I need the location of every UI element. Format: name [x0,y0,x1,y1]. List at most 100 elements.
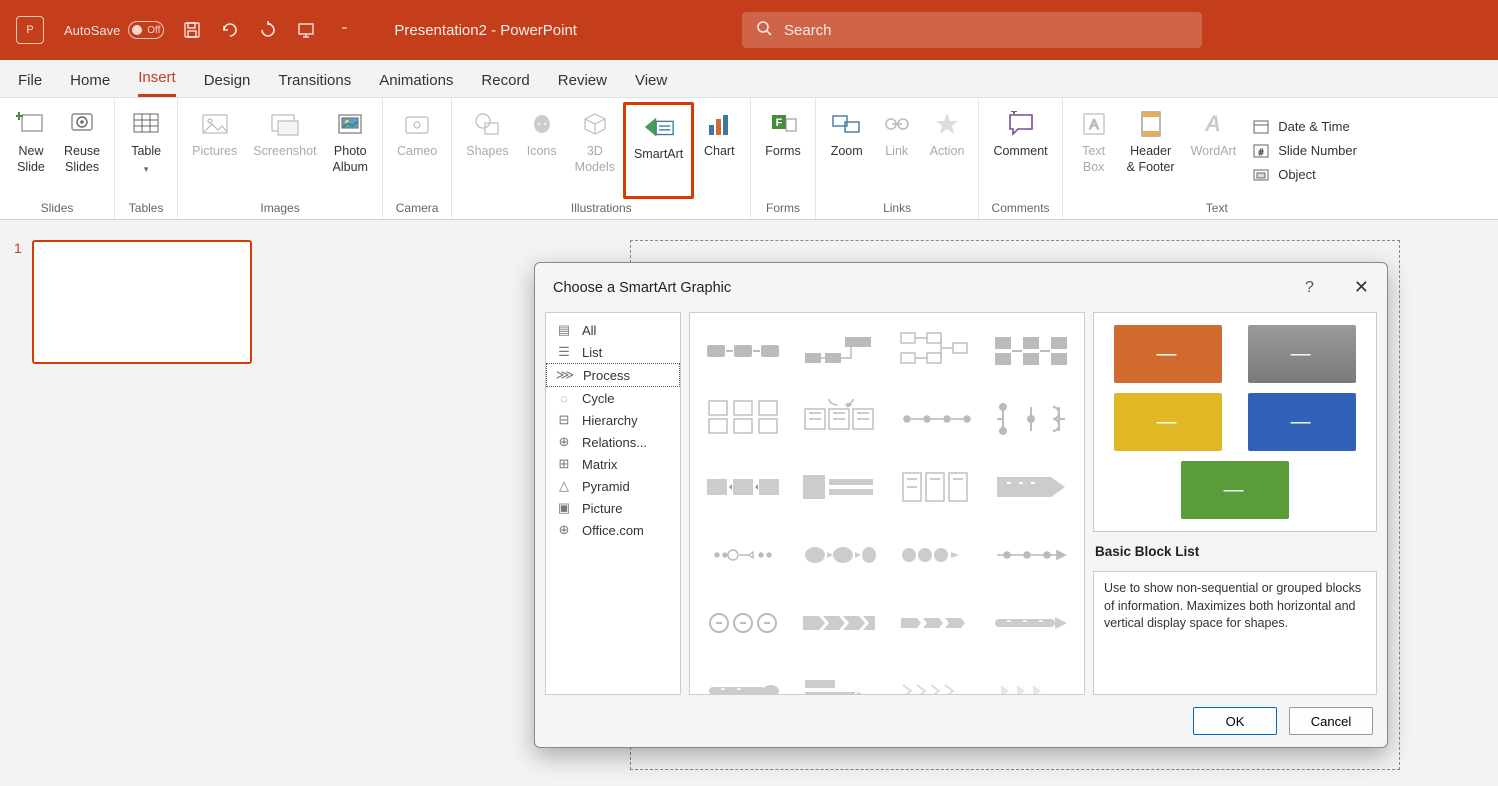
toggle-switch[interactable]: Off [128,21,164,39]
search-box[interactable]: Search [742,12,1202,48]
autosave-toggle[interactable]: AutoSave Off [64,21,164,39]
ribbon-group-forms: FForms Forms [751,98,815,219]
menu-view[interactable]: View [635,72,667,97]
gallery-item[interactable] [892,527,978,583]
menu-home[interactable]: Home [70,72,110,97]
close-button[interactable]: ✕ [1354,277,1369,298]
menu-design[interactable]: Design [204,72,251,97]
gallery-item[interactable] [892,391,978,447]
smartart-gallery[interactable] [689,312,1085,695]
category-icon: ⊕ [556,434,572,450]
slide-number-button[interactable]: #Slide Number [1252,142,1357,160]
svg-text:F: F [776,117,783,129]
search-placeholder: Search [784,22,832,39]
group-label: Slides [6,199,108,219]
present-icon[interactable] [296,20,316,40]
menu-insert[interactable]: Insert [138,69,176,97]
gallery-item[interactable] [892,595,978,651]
undo-icon[interactable] [220,20,240,40]
menu-record[interactable]: Record [481,72,529,97]
smartart-dialog: Choose a SmartArt Graphic ? ✕ ▤All ☰List… [534,262,1388,748]
gallery-item[interactable] [988,663,1074,695]
new-slide-button[interactable]: New Slide [6,102,56,199]
chart-button[interactable]: Chart [694,102,744,199]
gallery-item[interactable] [892,663,978,695]
gallery-item[interactable] [988,459,1074,515]
3d-models-button[interactable]: 3D Models [567,102,623,199]
wordart-button[interactable]: AWordArt [1183,102,1245,199]
icons-icon [526,108,558,140]
ok-button[interactable]: OK [1193,707,1277,735]
screenshot-button[interactable]: Screenshot [245,102,324,199]
menu-review[interactable]: Review [558,72,607,97]
photo-album-button[interactable]: Photo Album [325,102,376,199]
table-button[interactable]: Table▾ [121,102,171,199]
zoom-button[interactable]: Zoom [822,102,872,199]
ribbon-group-tables: Table▾ Tables [115,98,178,219]
cat-picture[interactable]: ▣Picture [546,497,680,519]
menu-animations[interactable]: Animations [379,72,453,97]
shapes-button[interactable]: Shapes [458,102,516,199]
header-footer-button[interactable]: Header & Footer [1119,102,1183,199]
gallery-item[interactable] [796,663,882,695]
gallery-item[interactable] [892,459,978,515]
category-icon: △ [556,478,572,494]
comment-button[interactable]: Comment [985,102,1055,199]
cat-process[interactable]: ⋙Process [546,363,680,387]
dialog-footer: OK Cancel [535,695,1387,747]
link-button[interactable]: Link [872,102,922,199]
gallery-item[interactable] [700,459,786,515]
cat-office[interactable]: ⊕Office.com [546,519,680,541]
more-icon[interactable]: ⁼ [334,20,354,40]
wordart-icon: A [1197,108,1229,140]
object-button[interactable]: Object [1252,166,1357,184]
gallery-item[interactable] [700,595,786,651]
preview-title: Basic Block List [1093,540,1377,563]
pictures-button[interactable]: Pictures [184,102,245,199]
help-button[interactable]: ? [1305,279,1314,297]
reuse-slides-button[interactable]: Reuse Slides [56,102,108,199]
gallery-item[interactable] [892,323,978,379]
save-icon[interactable] [182,20,202,40]
document-title: Presentation2 - PowerPoint [394,22,577,39]
date-time-button[interactable]: Date & Time [1252,118,1357,136]
group-label: Comments [985,199,1055,219]
text-box-button[interactable]: AText Box [1069,102,1119,199]
gallery-item[interactable] [700,663,786,695]
action-icon [931,108,963,140]
gallery-item[interactable] [796,595,882,651]
search-icon [756,20,772,40]
cat-list[interactable]: ☰List [546,341,680,363]
gallery-item[interactable] [988,391,1074,447]
forms-button[interactable]: FForms [757,102,808,199]
smartart-icon [643,111,675,143]
slide-thumbnail[interactable] [32,240,252,364]
menu-file[interactable]: File [18,72,42,97]
gallery-item[interactable] [988,323,1074,379]
gallery-item[interactable] [796,391,882,447]
menu-transitions[interactable]: Transitions [278,72,351,97]
category-icon: ◌ [556,390,572,406]
cat-matrix[interactable]: ⊞Matrix [546,453,680,475]
dialog-title-bar: Choose a SmartArt Graphic ? ✕ [535,263,1387,312]
cat-cycle[interactable]: ◌Cycle [546,387,680,409]
smartart-button[interactable]: SmartArt [623,102,694,199]
gallery-item[interactable] [700,323,786,379]
gallery-item[interactable] [796,459,882,515]
gallery-item[interactable] [700,527,786,583]
gallery-item[interactable] [796,323,882,379]
cancel-button[interactable]: Cancel [1289,707,1373,735]
cat-relationship[interactable]: ⊕Relations... [546,431,680,453]
cat-all[interactable]: ▤All [546,319,680,341]
gallery-item[interactable] [988,527,1074,583]
gallery-item[interactable] [988,595,1074,651]
cameo-button[interactable]: Cameo [389,102,445,199]
gallery-item[interactable] [700,391,786,447]
gallery-item[interactable] [796,527,882,583]
cat-hierarchy[interactable]: ⊟Hierarchy [546,409,680,431]
cat-pyramid[interactable]: △Pyramid [546,475,680,497]
redo-icon[interactable] [258,20,278,40]
preview-block: — [1248,393,1356,451]
action-button[interactable]: Action [922,102,973,199]
icons-button[interactable]: Icons [517,102,567,199]
